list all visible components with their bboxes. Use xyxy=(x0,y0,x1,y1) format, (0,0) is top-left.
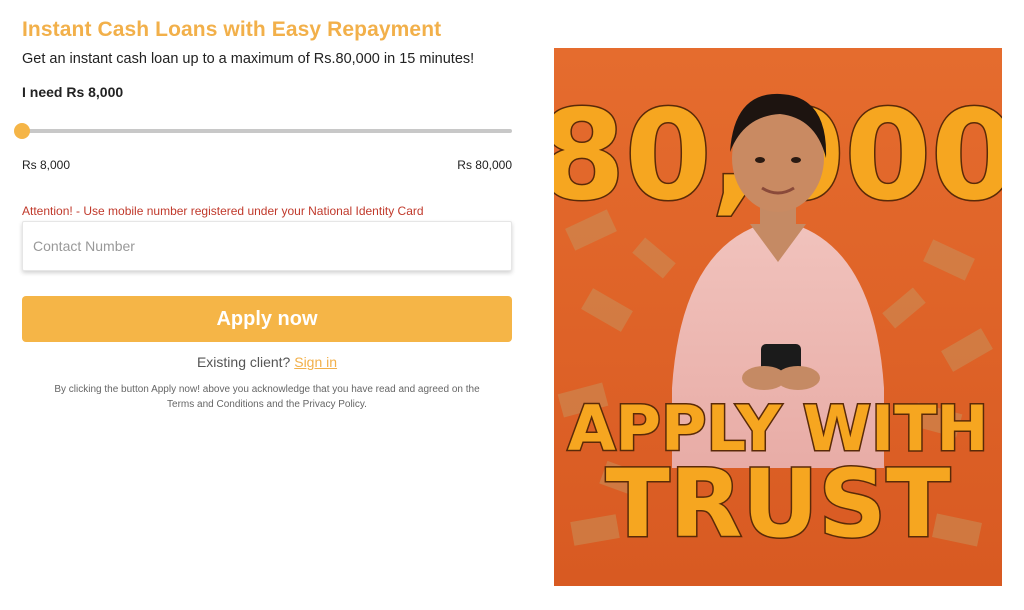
terms-notice: By clicking the button Apply now! above … xyxy=(22,382,512,412)
attention-message: Attention! - Use mobile number registere… xyxy=(22,204,424,218)
terms-line-1: By clicking the button Apply now! above … xyxy=(54,384,480,395)
slider-min-label: Rs 8,000 xyxy=(22,158,71,172)
promo-line-2: TRUST xyxy=(606,450,951,559)
page-subtitle: Get an instant cash loan up to a maximum… xyxy=(22,51,475,67)
apply-now-button[interactable]: Apply now xyxy=(22,296,512,342)
slider-range-labels: Rs 8,000 Rs 80,000 xyxy=(22,158,512,172)
promo-banner: 80,000 APPLY WITH TRUST xyxy=(554,48,1002,586)
page-title: Instant Cash Loans with Easy Repayment xyxy=(22,18,442,41)
loan-amount-slider[interactable] xyxy=(14,122,512,140)
slider-thumb[interactable] xyxy=(14,123,30,139)
terms-line-2: Terms and Conditions and the Privacy Pol… xyxy=(167,399,367,410)
loan-amount-label: I need Rs 8,000 xyxy=(22,84,124,100)
sign-in-link[interactable]: Sign in xyxy=(294,354,337,370)
existing-client-line: Existing client? Sign in xyxy=(22,354,512,370)
existing-client-text: Existing client? xyxy=(196,354,291,370)
promo-illustration: 80,000 APPLY WITH TRUST xyxy=(554,48,1002,586)
slider-track[interactable] xyxy=(22,129,512,133)
slider-max-label: Rs 80,000 xyxy=(457,158,512,172)
loan-form-panel: Instant Cash Loans with Easy Repayment G… xyxy=(14,18,512,412)
contact-number-input[interactable] xyxy=(22,221,512,271)
